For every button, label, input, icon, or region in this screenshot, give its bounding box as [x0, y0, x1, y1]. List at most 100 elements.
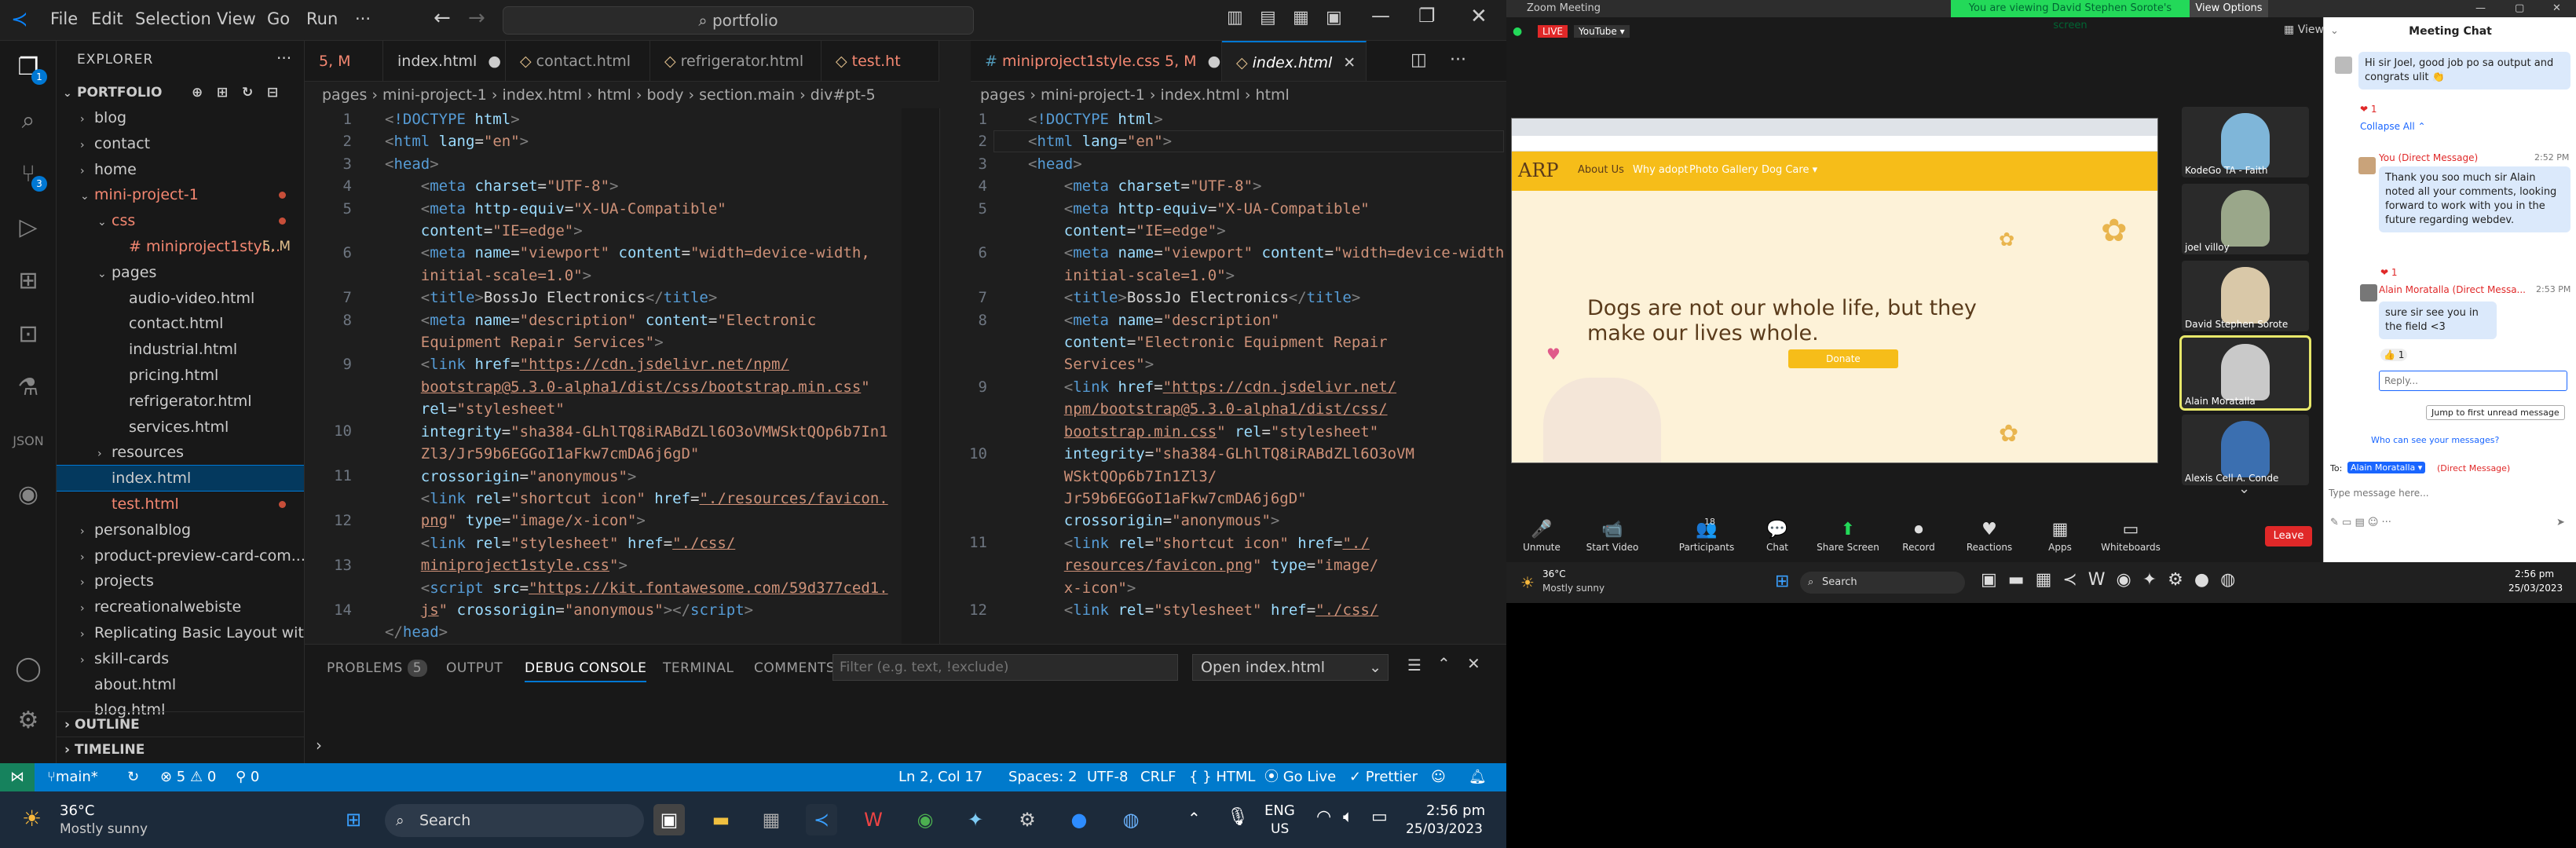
- tree-item[interactable]: › skill-cards: [57, 646, 304, 671]
- left-breadcrumb[interactable]: pages › mini-project-1 › index.html › ht…: [322, 82, 938, 108]
- tree-item[interactable]: contact.html: [57, 311, 304, 336]
- panel-tab-problems[interactable]: PROBLEMS 5: [327, 660, 428, 677]
- outline-section[interactable]: › OUTLINE: [57, 711, 304, 737]
- tab-test[interactable]: ◇ test.ht: [821, 41, 939, 81]
- debug-target-select[interactable]: Open index.html ⌄: [1192, 654, 1389, 681]
- tree-item[interactable]: audio-video.html: [57, 286, 304, 311]
- recipient-select[interactable]: Alain Moratalla ▾: [2347, 462, 2426, 473]
- jump-unread-button[interactable]: Jump to first unread message: [2426, 405, 2565, 420]
- split-editor-icon[interactable]: ◫: [1411, 50, 1427, 70]
- view-button[interactable]: ▦ View: [2284, 24, 2324, 36]
- settings-gear-icon[interactable]: ⚙: [13, 705, 44, 737]
- tree-item[interactable]: about.html: [57, 672, 304, 697]
- chat-reaction-2[interactable]: ❤ 1: [2380, 267, 2398, 278]
- cursor-position[interactable]: Ln 2, Col 17: [898, 763, 982, 791]
- tree-item[interactable]: › product-preview-card-com...: [57, 543, 304, 568]
- live-badge[interactable]: LIVE: [1538, 25, 1568, 38]
- extensions-icon[interactable]: ⊞: [13, 265, 44, 297]
- taskbar-search[interactable]: ⌕ Search: [385, 804, 644, 837]
- back-arrow-icon[interactable]: ←: [434, 6, 451, 30]
- start-windows-icon[interactable]: ⊞: [338, 804, 369, 835]
- menu-view[interactable]: View: [217, 9, 256, 28]
- toolbar-unmute[interactable]: 🎤 Unmute: [1506, 520, 1577, 553]
- tab-miniproject-css[interactable]: # miniproject1style.css 5, M ●: [971, 41, 1222, 81]
- tree-item[interactable]: › projects: [57, 568, 304, 594]
- problems-status[interactable]: ⊗ 5 ⚠ 0: [160, 763, 216, 791]
- tab-contact[interactable]: ◇ contact.html: [506, 41, 650, 81]
- explorer-icon[interactable]: ❐ 1: [13, 52, 47, 85]
- lang-us[interactable]: US: [1271, 821, 1289, 837]
- network-globe-icon[interactable]: ◍: [1115, 804, 1147, 835]
- volume-icon[interactable]: 🔈︎: [1343, 807, 1353, 827]
- menu-edit[interactable]: Edit: [91, 9, 123, 28]
- chat-collapse-icon[interactable]: ⌄: [2330, 25, 2339, 37]
- tab-index-active[interactable]: ◇ index.html ✕: [1222, 41, 1367, 81]
- tab-css-partial[interactable]: 5, M: [305, 41, 383, 81]
- new-folder-icon[interactable]: ⊞: [217, 80, 228, 105]
- remote-explorer-icon[interactable]: ⊡: [13, 319, 44, 350]
- tree-item[interactable]: › contact: [57, 131, 304, 156]
- tree-item[interactable]: › personalblog: [57, 517, 304, 543]
- tree-item[interactable]: ⌄ css: [57, 208, 304, 233]
- minimize-icon[interactable]: —: [1371, 5, 1390, 27]
- participant-tile[interactable]: Alexis Cell A. Conde: [2182, 415, 2309, 485]
- encoding[interactable]: UTF-8: [1087, 763, 1128, 791]
- ports-status[interactable]: ⚲ 0: [236, 763, 259, 791]
- right-code[interactable]: <!DOCTYPE html> <html lang="en"> <head> …: [1028, 108, 1506, 621]
- command-center[interactable]: ⌕ portfolio: [503, 6, 974, 35]
- task-view-icon[interactable]: ▣: [653, 804, 685, 835]
- clock-date[interactable]: 25/03/2023: [1406, 821, 1483, 837]
- language-mode[interactable]: { } HTML: [1189, 763, 1255, 791]
- send-icon[interactable]: ➤: [2556, 517, 2565, 528]
- close-icon[interactable]: ✕: [1470, 5, 1487, 28]
- menu-more[interactable]: ···: [355, 9, 371, 28]
- youtube-dropdown[interactable]: YouTube ▾: [1574, 25, 1630, 38]
- restore-icon[interactable]: ❐: [1418, 5, 1436, 27]
- mic-icon[interactable]: 🎙︎: [1227, 807, 1249, 827]
- toggle-sidebar-icon[interactable]: ▥: [1227, 8, 1243, 27]
- view-options-button[interactable]: View Options: [2190, 0, 2268, 17]
- participant-tile[interactable]: KodeGo TA - Faith: [2182, 107, 2309, 177]
- lang-eng[interactable]: ENG: [1264, 802, 1295, 819]
- forward-arrow-icon[interactable]: →: [468, 6, 485, 30]
- who-can-see-link[interactable]: Who can see your messages?: [2371, 435, 2499, 445]
- calculator-icon[interactable]: ▦: [756, 804, 787, 835]
- panel-filter-input[interactable]: [832, 654, 1178, 681]
- toolbar-reactions[interactable]: ♥ Reactions: [1954, 520, 2025, 553]
- testing-icon[interactable]: ⚗: [13, 372, 44, 404]
- tree-item[interactable]: # miniproject1styl... 5, M: [57, 234, 304, 259]
- menu-run[interactable]: Run: [306, 9, 338, 28]
- tree-item[interactable]: › Replicating Basic Layout wit...: [57, 620, 304, 645]
- app-icon[interactable]: ✦: [960, 804, 991, 835]
- prettier-status[interactable]: ✓ Prettier: [1349, 763, 1418, 791]
- menu-file[interactable]: File: [50, 9, 78, 28]
- account-icon[interactable]: ◯: [13, 653, 44, 685]
- right-breadcrumb[interactable]: pages › mini-project-1 › index.html › ht…: [971, 82, 1506, 108]
- participant-tile[interactable]: joel villoy: [2182, 184, 2309, 254]
- zoom-maximize-icon[interactable]: ▢: [2515, 0, 2524, 17]
- collapse-all-link[interactable]: Collapse All ⌃: [2360, 121, 2426, 132]
- toolbar-apps[interactable]: ▦ Apps: [2025, 520, 2095, 553]
- left-editor[interactable]: 1 2 3 4 5 6 7 8 9 10 11 12 13 14 <!DOCTYPE html> <htm…: [305, 108, 939, 644]
- tree-item[interactable]: ⌄ pages: [57, 260, 304, 285]
- feedback-icon[interactable]: ☺: [1431, 763, 1446, 791]
- toggle-secondary-sidebar-icon[interactable]: ▦: [1293, 8, 1309, 27]
- notifications-bell-icon[interactable]: 🔔︎: [1469, 763, 1487, 791]
- toolbar-record[interactable]: ⏺ Record: [1883, 520, 1954, 553]
- tray-chevron-icon[interactable]: ⌃: [1187, 809, 1201, 828]
- zoom-close-icon[interactable]: ✕: [2552, 0, 2561, 17]
- root-folder[interactable]: ⌄ PORTFOLIO ⊕ ⊞ ↻ ⊟: [57, 80, 304, 105]
- reply-input[interactable]: [2379, 371, 2567, 391]
- github-icon[interactable]: ◉: [13, 479, 44, 510]
- menu-selection[interactable]: Selection: [135, 9, 211, 28]
- settings-icon[interactable]: ⚙: [1012, 804, 1043, 835]
- sync-icon[interactable]: ↻: [127, 763, 139, 791]
- weather-temp[interactable]: 36°C: [60, 802, 94, 819]
- toolbar-start-video[interactable]: 📹 Start Video: [1577, 520, 1648, 553]
- indentation[interactable]: Spaces: 2: [1008, 763, 1077, 791]
- source-control-icon[interactable]: ⑂ 3: [13, 159, 47, 192]
- toolbar-share-screen[interactable]: ⬆ Share Screen: [1813, 520, 1883, 553]
- vscode-taskbar-icon[interactable]: ≺: [806, 804, 837, 835]
- participant-tile[interactable]: Alain Moratalla: [2179, 335, 2311, 411]
- customize-layout-icon[interactable]: ▣: [1326, 8, 1342, 27]
